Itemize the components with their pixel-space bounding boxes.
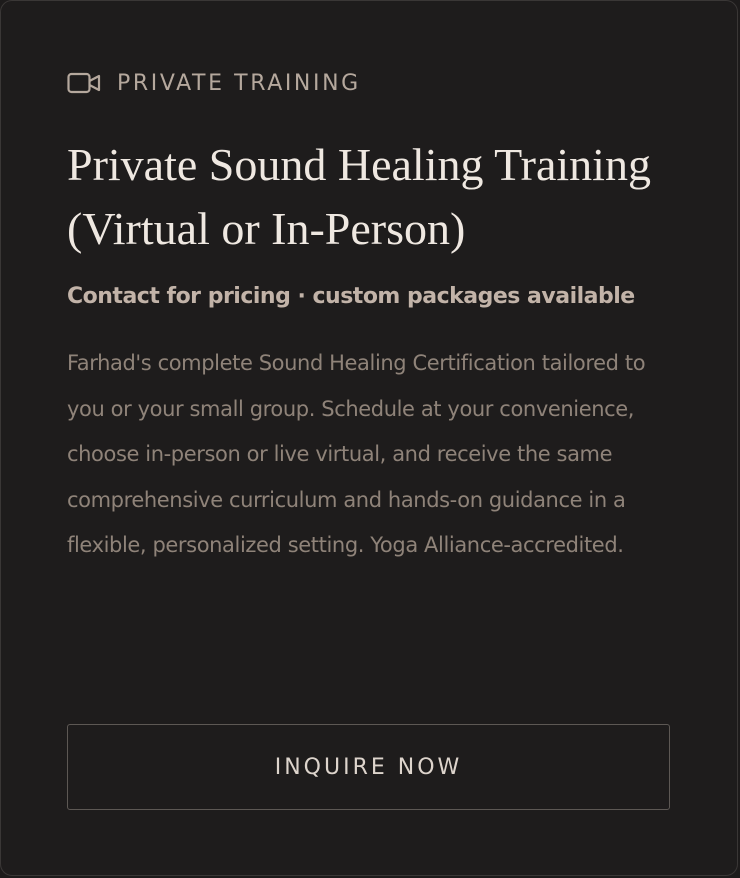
training-card: PRIVATE TRAINING Private Sound Healing T…	[0, 0, 738, 876]
inquire-now-button[interactable]: INQUIRE NOW	[67, 724, 670, 810]
card-category-label: PRIVATE TRAINING	[117, 70, 361, 96]
video-camera-icon	[67, 71, 103, 95]
card-description: Farhad's complete Sound Healing Certific…	[67, 351, 646, 558]
card-title: Private Sound Healing Training (Virtual …	[67, 139, 651, 254]
card-eyebrow: PRIVATE TRAINING	[67, 67, 361, 99]
pricing-text: Contact for pricing · custom packages av…	[67, 284, 635, 309]
